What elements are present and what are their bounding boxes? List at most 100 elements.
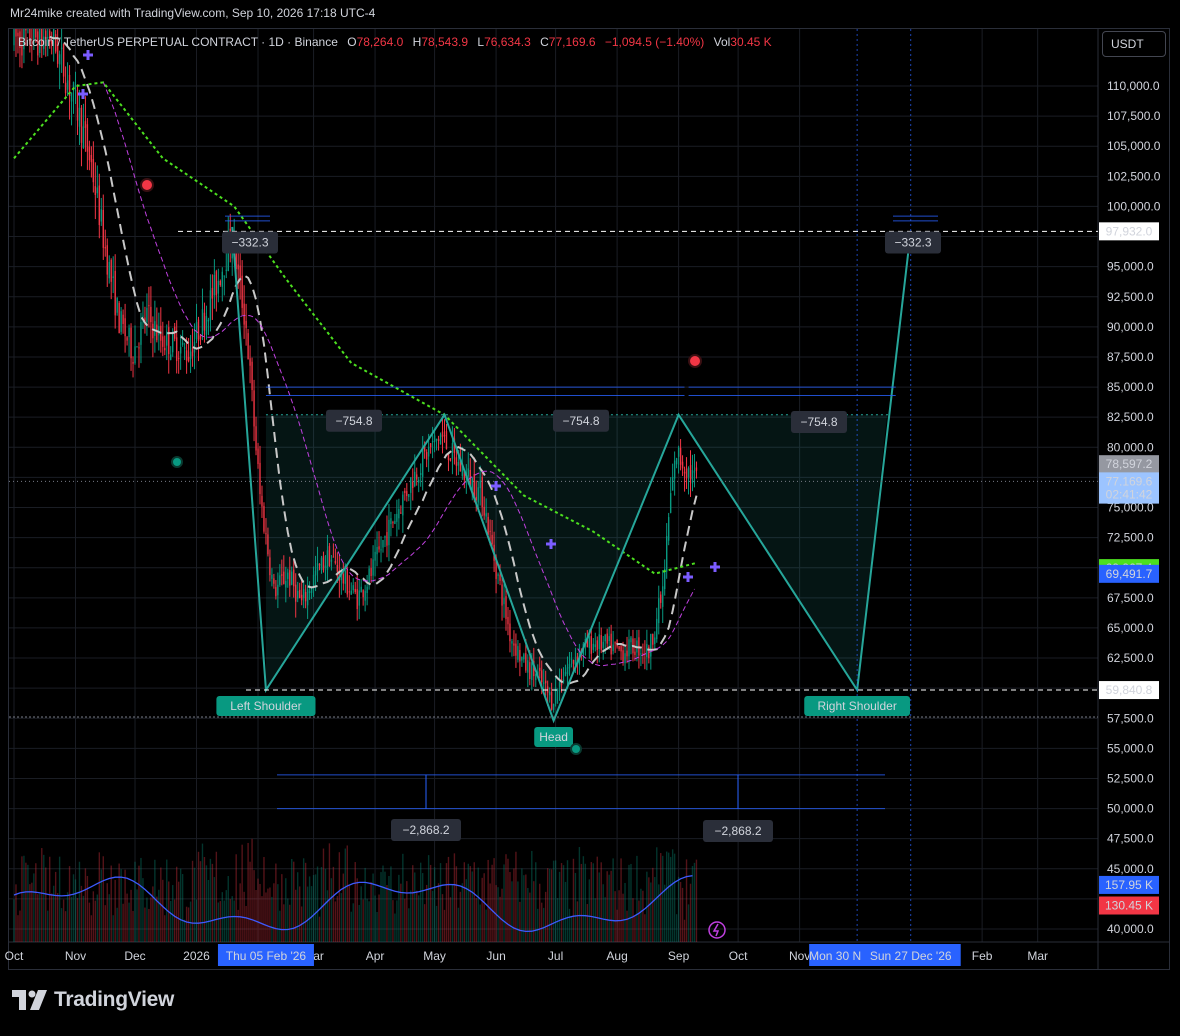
candle-body [511, 641, 513, 644]
volume-bar [483, 873, 485, 942]
volume-bar [419, 862, 422, 942]
volume-bar [429, 864, 432, 942]
candle-body [658, 598, 660, 624]
volume-bar [544, 891, 547, 942]
currency-selector-button[interactable]: USDT [1102, 31, 1166, 57]
candle-body [477, 487, 479, 503]
candle-body [677, 447, 680, 457]
candle-body [598, 634, 600, 650]
y-tick-label: 110,000.0 [1107, 79, 1160, 93]
open-value: 78,264.0 [356, 35, 404, 49]
candle-body [318, 563, 321, 566]
volume-bar [390, 866, 392, 942]
volume-bar [114, 879, 116, 942]
candle-body [275, 587, 277, 597]
candle-body [612, 644, 614, 652]
volume-bar [507, 858, 509, 942]
candle-body [509, 623, 511, 642]
volume-bar [431, 890, 434, 942]
volume-bar [396, 900, 398, 942]
volume-bar [671, 849, 674, 942]
volume-bar [344, 848, 347, 942]
volume-bar [229, 899, 231, 942]
volume-bar [588, 879, 591, 942]
volume-bar [406, 881, 408, 942]
volume-bar [271, 896, 273, 942]
volume-bar [162, 879, 164, 942]
volume-bar [116, 907, 118, 942]
candle-body [175, 337, 178, 361]
candle-body [86, 124, 89, 152]
candle-body [588, 636, 591, 648]
volume-bar [52, 885, 55, 942]
volume-bar [665, 851, 668, 942]
volume-bar [37, 894, 39, 942]
candle-body [662, 586, 664, 607]
volume-bar [237, 909, 239, 942]
candle-body [689, 465, 692, 480]
volume-bar [88, 902, 91, 942]
candle-body [344, 570, 347, 584]
chart-legend[interactable]: Bitcoin / TetherUS PERPETUAL CONTRACT · … [18, 35, 772, 49]
volume-bar [656, 847, 658, 942]
candle-body [564, 671, 567, 676]
candle-body [336, 565, 339, 572]
candle-body [181, 342, 184, 345]
open-label: O [347, 35, 357, 49]
volume-bars [13, 838, 698, 942]
volume-bar [695, 859, 698, 942]
volume-bar [638, 900, 640, 942]
candle-body [550, 692, 553, 710]
volume-bar [408, 908, 410, 942]
volume-bar [94, 900, 97, 942]
volume-bar [503, 864, 505, 942]
volume-bar [201, 843, 204, 942]
volume-bar [78, 861, 81, 942]
volume-bar [249, 861, 251, 942]
volume-bar [263, 857, 265, 942]
volume-bar [471, 871, 473, 942]
volume-bar [138, 865, 140, 942]
candle-body [271, 574, 273, 579]
candle-body [82, 126, 85, 148]
candle-body [152, 323, 154, 339]
volume-bar [320, 867, 323, 942]
candle-body [191, 348, 194, 357]
symbol-title[interactable]: Bitcoin / TetherUS PERPETUAL CONTRACT · … [18, 35, 338, 49]
candle-body [562, 679, 565, 682]
candle-body [429, 443, 432, 448]
chart-canvas[interactable]: −332.3 −754.8 −754.8 −754.8 −332.3 −2,868.2 −2… [0, 0, 1180, 1036]
volume-bar [658, 884, 660, 942]
candle-body [140, 322, 142, 345]
volume-bar [166, 859, 168, 942]
volume-bar [410, 890, 412, 942]
candle-body [316, 563, 319, 572]
volume-bar [445, 863, 448, 942]
x-tick-label: Dec [124, 949, 145, 963]
candle-body [354, 588, 356, 593]
candle-body [634, 651, 636, 655]
volume-bar [463, 862, 466, 942]
volume-bar [437, 883, 440, 942]
candle-body [483, 506, 485, 516]
candle-body [360, 586, 362, 593]
volume-bar [279, 910, 281, 942]
y-tick-label: 87,500.0 [1107, 350, 1154, 364]
volume-bar [98, 852, 101, 942]
volume-bar [72, 874, 75, 942]
price-tag: 59,840.8 [1106, 683, 1153, 697]
candle-body [416, 474, 418, 480]
volume-bar [308, 876, 311, 942]
candle-body [427, 446, 430, 457]
volume-bar [183, 919, 186, 942]
candle-body [679, 447, 682, 465]
candle-body [74, 86, 77, 88]
volume-bar [219, 901, 222, 942]
tradingview-logo[interactable]: TradingView [12, 988, 174, 1012]
candle-body [88, 146, 91, 161]
candle-body [122, 314, 124, 324]
candle-body [112, 276, 114, 278]
y-tick-label: 52,500.0 [1107, 771, 1154, 785]
volume-bar [660, 853, 662, 942]
volume-bar [475, 897, 477, 942]
